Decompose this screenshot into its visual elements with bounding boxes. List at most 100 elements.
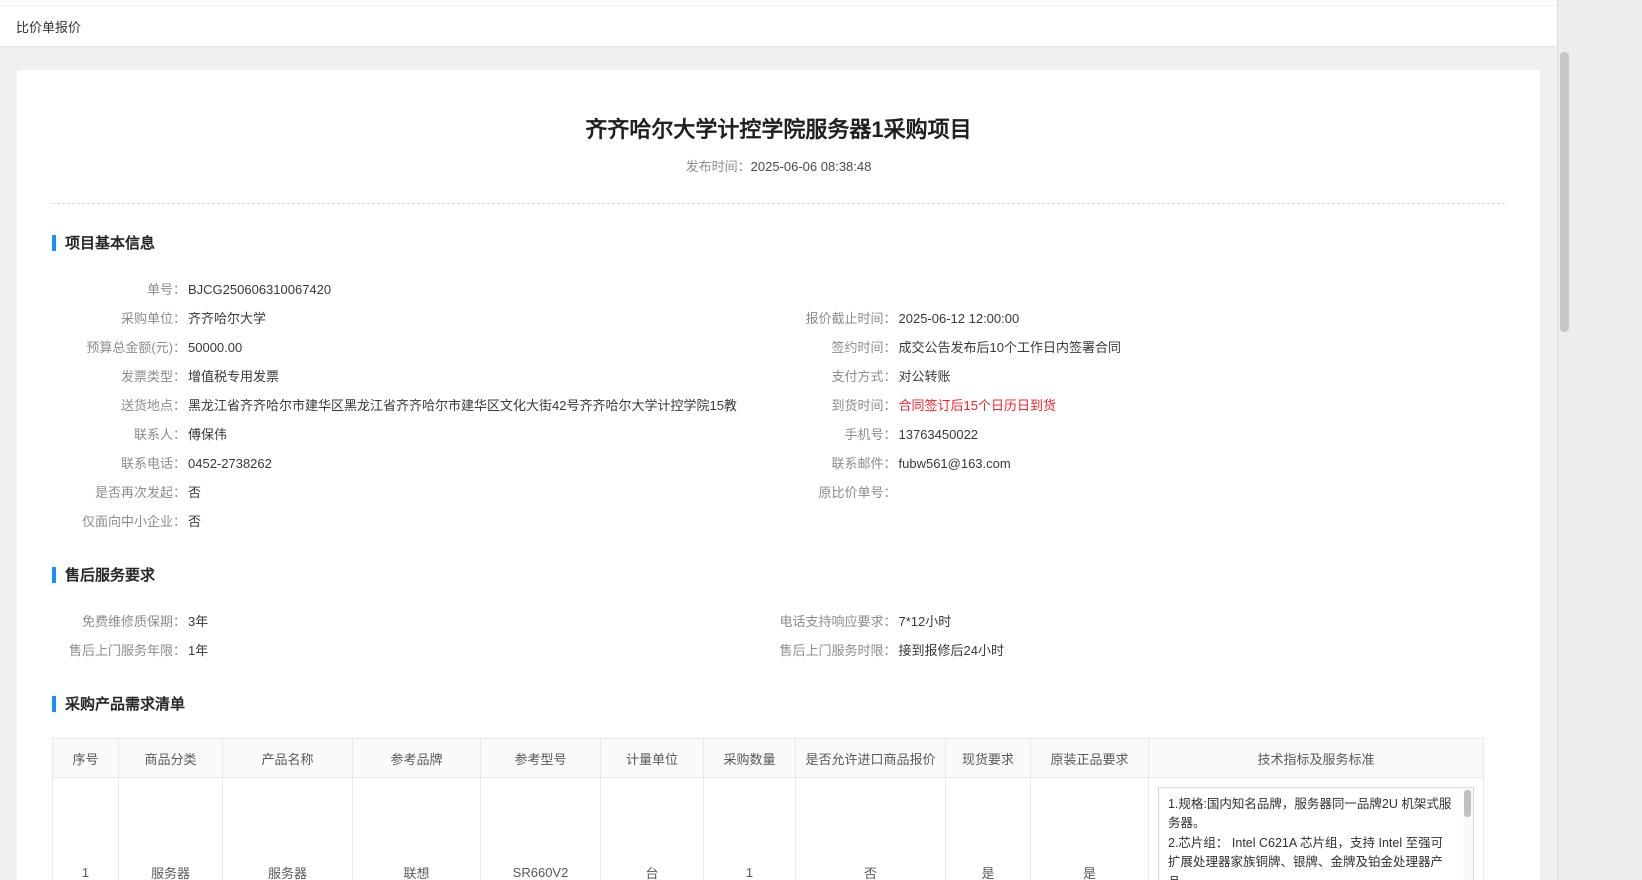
- cell-product-name: 服务器: [223, 778, 353, 880]
- aftersales-fields: 免费维修质保期：3年 电话支持响应要求：7*12小时 售后上门服务年限：1年 售…: [52, 607, 1505, 665]
- field-value: 3年: [186, 612, 208, 631]
- column-header: 是否允许进口商品报价: [796, 739, 946, 778]
- section-header-aftersales: 售后服务要求: [52, 564, 1505, 585]
- field-row: 送货地点：黑龙江省齐齐哈尔市建华区黑龙江省齐齐哈尔市建华区文化大街42号齐齐哈尔…: [52, 391, 1505, 420]
- table-header-row: 序号 商品分类 产品名称 参考品牌 参考型号 计量单位 采购数量 是否允许进口商…: [53, 739, 1484, 778]
- field-value: 13763450022: [897, 425, 979, 444]
- section-title: 项目基本信息: [65, 232, 155, 253]
- publish-time-line: 发布时间：2025-06-06 08:38:48: [52, 156, 1505, 175]
- field-label: 支付方式：: [779, 367, 897, 386]
- section-bar-icon: [52, 567, 56, 583]
- spec-scrollbar-track[interactable]: [1463, 789, 1472, 880]
- section-bar-icon: [52, 696, 56, 712]
- field-label: 手机号：: [779, 425, 897, 444]
- cell-original-required: 是: [1031, 778, 1149, 880]
- field-row: 联系电话：0452-2738262 联系邮件：fubw561@163.com: [52, 449, 1505, 478]
- spec-scrollbar-thumb[interactable]: [1464, 790, 1471, 817]
- field-label: 预算总金额(元)：: [52, 338, 186, 357]
- field-row: 预算总金额(元)：50000.00 签约时间：成交公告发布后10个工作日内签署合…: [52, 333, 1505, 362]
- field-label: 单号：: [52, 280, 186, 299]
- field-value: 2025-06-12 12:00:00: [897, 309, 1020, 328]
- field-label: 联系邮件：: [779, 454, 897, 473]
- field-label: 仅面向中小企业：: [52, 512, 186, 531]
- field-label: 免费维修质保期：: [52, 612, 186, 631]
- field-value: 接到报修后24小时: [897, 641, 1004, 660]
- column-header: 参考型号: [481, 739, 601, 778]
- section-header-basic-info: 项目基本信息: [52, 232, 1505, 253]
- field-label: 报价截止时间：: [779, 309, 897, 328]
- page-scrollbar-thumb[interactable]: [1560, 52, 1569, 332]
- field-label: 联系电话：: [52, 454, 186, 473]
- column-header: 计量单位: [601, 739, 704, 778]
- breadcrumb: 比价单报价: [16, 17, 81, 36]
- tech-spec-scrollbox[interactable]: 1.规格:国内知名品牌，服务器同一品牌2U 机架式服务器。 2.芯片组： Int…: [1158, 787, 1474, 880]
- field-value: 1年: [186, 641, 208, 660]
- cell-seq: 1: [53, 778, 119, 880]
- field-label: 联系人：: [52, 425, 186, 444]
- column-header: 参考品牌: [353, 739, 481, 778]
- cell-import-allowed: 否: [796, 778, 946, 880]
- field-label: 电话支持响应要求：: [779, 612, 897, 631]
- field-row: 采购单位：齐齐哈尔大学 报价截止时间：2025-06-12 12:00:00: [52, 304, 1505, 333]
- column-header: 序号: [53, 739, 119, 778]
- section-title: 采购产品需求清单: [65, 693, 185, 714]
- field-value: fubw561@163.com: [897, 454, 1011, 473]
- field-value: 否: [186, 512, 201, 531]
- section-bar-icon: [52, 235, 56, 251]
- cell-tech-spec: 1.规格:国内知名品牌，服务器同一品牌2U 机架式服务器。 2.芯片组： Int…: [1149, 778, 1484, 880]
- column-header: 商品分类: [119, 739, 223, 778]
- table-row: 1 服务器 服务器 联想 SR660V2 台 1 否 是 是 1.规格:国内知名…: [53, 778, 1484, 880]
- field-row: 是否再次发起：否 原比价单号：: [52, 478, 1505, 507]
- column-header: 技术指标及服务标准: [1149, 739, 1484, 778]
- field-value: 50000.00: [186, 338, 242, 357]
- delivery-time-value: 合同签订后15个日历日到货: [897, 396, 1056, 415]
- field-row: 仅面向中小企业：否: [52, 507, 1505, 536]
- field-value: 傅保伟: [186, 425, 227, 444]
- field-value: 增值税专用发票: [186, 367, 279, 386]
- cell-brand: 联想: [353, 778, 481, 880]
- field-label: 采购单位：: [52, 309, 186, 328]
- field-value: 对公转账: [897, 367, 951, 386]
- page-scrollbar-track[interactable]: [1557, 0, 1642, 880]
- field-label: 售后上门服务年限：: [52, 641, 186, 660]
- cell-stock-required: 是: [946, 778, 1031, 880]
- column-header: 原装正品要求: [1031, 739, 1149, 778]
- section-header-products: 采购产品需求清单: [52, 693, 1505, 714]
- field-value: 黑龙江省齐齐哈尔市建华区黑龙江省齐齐哈尔市建华区文化大街42号齐齐哈尔大学计控学…: [186, 396, 737, 415]
- field-label: 到货时间：: [779, 396, 897, 415]
- field-value: 成交公告发布后10个工作日内签署合同: [897, 338, 1121, 357]
- field-label: 签约时间：: [779, 338, 897, 357]
- field-value: 否: [186, 483, 201, 502]
- product-requirements-table: 序号 商品分类 产品名称 参考品牌 参考型号 计量单位 采购数量 是否允许进口商…: [52, 738, 1484, 880]
- field-row: 单号：BJCG250606310067420: [52, 275, 1505, 304]
- section-title: 售后服务要求: [65, 564, 155, 585]
- field-row: 联系人：傅保伟 手机号：13763450022: [52, 420, 1505, 449]
- dashed-divider: [52, 203, 1505, 204]
- cell-category: 服务器: [119, 778, 223, 880]
- field-row: 免费维修质保期：3年 电话支持响应要求：7*12小时: [52, 607, 1505, 636]
- field-label: 原比价单号：: [779, 483, 897, 502]
- field-row: 发票类型：增值税专用发票 支付方式：对公转账: [52, 362, 1505, 391]
- field-label: 是否再次发起：: [52, 483, 186, 502]
- field-value: BJCG250606310067420: [186, 280, 331, 299]
- column-header: 产品名称: [223, 739, 353, 778]
- field-value: 0452-2738262: [186, 454, 272, 473]
- field-label: 售后上门服务时限：: [779, 641, 897, 660]
- page-viewport: 比价单报价 齐齐哈尔大学计控学院服务器1采购项目 发布时间：2025-06-06…: [0, 0, 1557, 880]
- top-bar: 比价单报价: [0, 6, 1557, 47]
- cell-model: SR660V2: [481, 778, 601, 880]
- field-value: 7*12小时: [897, 612, 952, 631]
- content-card: 齐齐哈尔大学计控学院服务器1采购项目 发布时间：2025-06-06 08:38…: [17, 70, 1540, 880]
- cell-qty: 1: [704, 778, 796, 880]
- page-title: 齐齐哈尔大学计控学院服务器1采购项目: [52, 112, 1505, 144]
- basic-info-fields: 单号：BJCG250606310067420 采购单位：齐齐哈尔大学 报价截止时…: [52, 275, 1505, 536]
- field-label: 发票类型：: [52, 367, 186, 386]
- field-value: 齐齐哈尔大学: [186, 309, 266, 328]
- publish-time-value: 2025-06-06 08:38:48: [751, 159, 872, 174]
- field-row: 售后上门服务年限：1年 售后上门服务时限：接到报修后24小时: [52, 636, 1505, 665]
- column-header: 现货要求: [946, 739, 1031, 778]
- tech-spec-text: 1.规格:国内知名品牌，服务器同一品牌2U 机架式服务器。 2.芯片组： Int…: [1168, 795, 1455, 880]
- cell-unit: 台: [601, 778, 704, 880]
- publish-time-label: 发布时间：: [686, 159, 751, 174]
- field-label: 送货地点：: [52, 396, 186, 415]
